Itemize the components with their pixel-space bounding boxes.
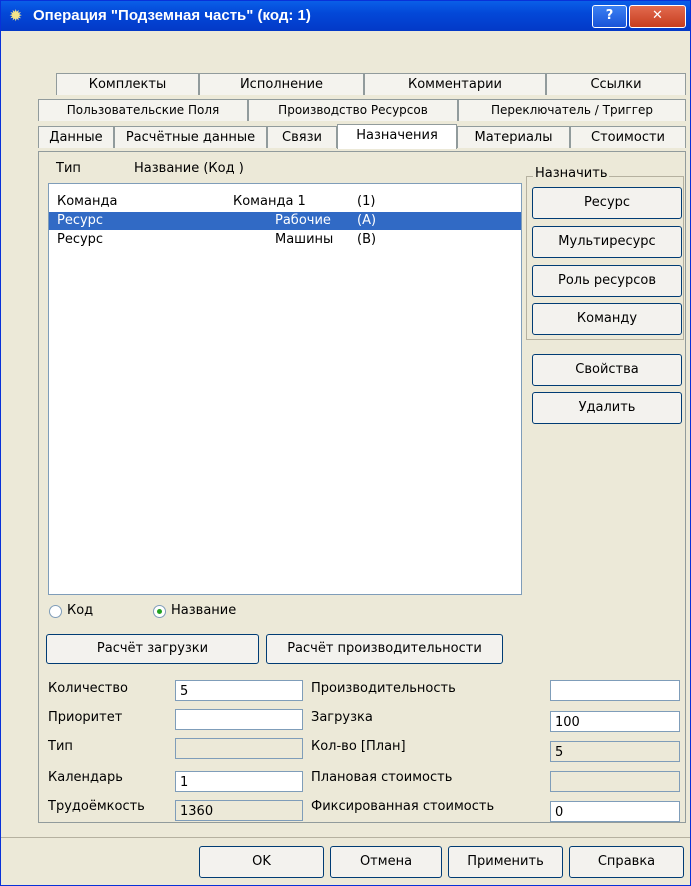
tab-costs[interactable]: Стоимости xyxy=(570,126,686,148)
tab-calc-data[interactable]: Расчётные данные xyxy=(114,126,267,148)
row-code: (A) xyxy=(357,213,377,228)
fixed-cost-label: Фиксированная стоимость xyxy=(311,799,495,814)
labor-label: Трудоёмкость xyxy=(48,799,145,814)
footer-separator xyxy=(1,837,690,838)
row-name: Рабочие xyxy=(275,213,331,228)
ok-button[interactable]: OK xyxy=(199,846,324,878)
dialog-window: ✹ Операция "Подземная часть" (код: 1) ? … xyxy=(0,0,691,886)
tab-comments[interactable]: Комментарии xyxy=(364,73,546,95)
list-item[interactable]: Ресурс Машины (B) xyxy=(49,231,521,249)
assign-multiresource-button[interactable]: Мультиресурс xyxy=(532,226,682,258)
load-label: Загрузка xyxy=(311,710,373,725)
assignments-list[interactable]: Команда Команда 1 (1) Ресурс Рабочие (A)… xyxy=(48,183,522,595)
header-name: Название (Код ) xyxy=(134,161,244,176)
tab-links[interactable]: Ссылки xyxy=(546,73,686,95)
row-type: Ресурс xyxy=(57,213,104,228)
tab-execution[interactable]: Исполнение xyxy=(199,73,364,95)
calendar-field[interactable]: 1 xyxy=(175,771,303,792)
row-code: (B) xyxy=(357,232,377,247)
row-type: Ресурс xyxy=(57,232,104,247)
calendar-label: Календарь xyxy=(48,770,123,785)
load-field[interactable]: 100 xyxy=(550,711,680,732)
priority-label: Приоритет xyxy=(48,710,123,725)
close-button[interactable]: ✕ xyxy=(629,5,686,28)
plan-cost-field xyxy=(550,771,680,792)
qty-label: Количество xyxy=(48,681,128,696)
code-radio[interactable] xyxy=(49,605,62,618)
name-radio-label: Название xyxy=(171,603,237,618)
tab-links-rel[interactable]: Связи xyxy=(267,126,337,148)
help-footer-button[interactable]: Справка xyxy=(569,846,684,878)
performance-field[interactable] xyxy=(550,680,680,701)
plan-cost-label: Плановая стоимость xyxy=(311,770,453,785)
help-button[interactable]: ? xyxy=(592,5,627,28)
assign-resource-button[interactable]: Ресурс xyxy=(532,187,682,219)
calc-performance-button[interactable]: Расчёт производительности xyxy=(266,634,503,664)
qty-plan-field: 5 xyxy=(550,741,680,762)
tab-switch-trigger[interactable]: Переключатель / Триггер xyxy=(458,99,686,121)
assign-team-button[interactable]: Команду xyxy=(532,303,682,335)
tab-kits[interactable]: Комплекты xyxy=(56,73,199,95)
list-item[interactable]: Команда Команда 1 (1) xyxy=(49,193,521,211)
code-radio-label: Код xyxy=(67,603,94,618)
labor-field: 1360 xyxy=(175,800,303,821)
performance-label: Производительность xyxy=(311,681,456,696)
properties-button[interactable]: Свойства xyxy=(532,354,682,386)
row-name: Команда 1 xyxy=(233,194,306,209)
header-type: Тип xyxy=(56,161,81,176)
qty-field[interactable]: 5 xyxy=(175,680,303,701)
row-code: (1) xyxy=(357,194,376,209)
tab-materials[interactable]: Материалы xyxy=(457,126,570,148)
tab-row-3: Данные Расчётные данные Связи Назначения… xyxy=(1,124,690,150)
window-title: Операция "Подземная часть" (код: 1) xyxy=(33,7,311,24)
tab-assignments[interactable]: Назначения xyxy=(337,124,457,149)
app-icon: ✹ xyxy=(9,6,23,25)
type-label: Тип xyxy=(48,739,73,754)
title-bar[interactable]: ✹ Операция "Подземная часть" (код: 1) ? … xyxy=(1,1,690,31)
delete-button[interactable]: Удалить xyxy=(532,392,682,424)
qty-plan-label: Кол-во [План] xyxy=(311,739,406,754)
row-type: Команда xyxy=(57,194,118,209)
type-field xyxy=(175,738,303,759)
tab-user-fields[interactable]: Пользовательские Поля xyxy=(38,99,248,121)
list-item[interactable]: Ресурс Рабочие (A) xyxy=(49,212,521,230)
priority-field[interactable] xyxy=(175,709,303,730)
cancel-button[interactable]: Отмена xyxy=(330,846,442,878)
tab-row-2: Пользовательские Поля Производство Ресур… xyxy=(1,99,690,123)
row-name: Машины xyxy=(275,232,334,247)
fixed-cost-field[interactable]: 0 xyxy=(550,801,680,822)
name-radio[interactable] xyxy=(153,605,166,618)
tab-data[interactable]: Данные xyxy=(38,126,114,148)
assign-role-button[interactable]: Роль ресурсов xyxy=(532,265,682,297)
tab-row-1: Комплекты Исполнение Комментарии Ссылки xyxy=(1,73,690,97)
apply-button[interactable]: Применить xyxy=(448,846,563,878)
assign-group-title: Назначить xyxy=(533,166,610,181)
calc-load-button[interactable]: Расчёт загрузки xyxy=(46,634,259,664)
tab-resource-production[interactable]: Производство Ресурсов xyxy=(248,99,458,121)
